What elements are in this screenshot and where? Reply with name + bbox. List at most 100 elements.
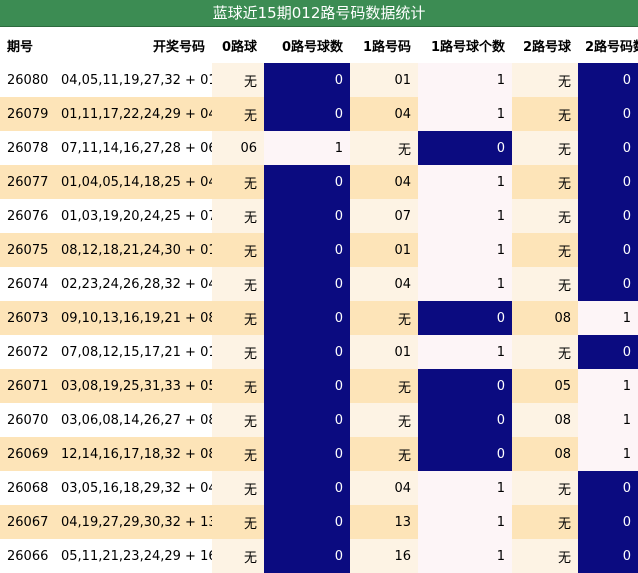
- route2-ball-cell: 08: [512, 301, 578, 335]
- route1-count-cell: 1: [418, 233, 512, 267]
- draw-cell: 02,23,24,26,28,32 + 04: [54, 267, 212, 301]
- route0-ball-cell: 无: [212, 369, 264, 403]
- route2-count-cell: 0: [578, 233, 638, 267]
- route2-ball-cell: 无: [512, 267, 578, 301]
- route2-ball-cell: 08: [512, 403, 578, 437]
- col-header-draw: 开奖号码: [54, 27, 212, 63]
- route2-ball-cell: 05: [512, 369, 578, 403]
- route2-ball-cell: 无: [512, 97, 578, 131]
- table-row: 26071 03,08,19,25,31,33 + 05 无 0 无 0 05 1: [0, 369, 638, 403]
- route0-count-cell: 0: [264, 369, 350, 403]
- route2-ball-cell: 无: [512, 165, 578, 199]
- route0-ball-cell: 无: [212, 539, 264, 573]
- route0-ball-cell: 无: [212, 335, 264, 369]
- route1-count-cell: 1: [418, 97, 512, 131]
- header-row: 期号 开奖号码 0路球 0路号球数 1路号码 1路号球个数 2路号球 2路号码数: [0, 27, 638, 63]
- route0-ball-cell: 无: [212, 199, 264, 233]
- issue-cell: 26067: [0, 505, 54, 539]
- route0-ball-cell: 无: [212, 505, 264, 539]
- route1-number-cell: 01: [350, 335, 418, 369]
- col-header-issue: 期号: [0, 27, 54, 63]
- draw-cell: 01,03,19,20,24,25 + 07: [54, 199, 212, 233]
- route1-number-cell: 04: [350, 471, 418, 505]
- route0-count-cell: 0: [264, 199, 350, 233]
- issue-cell: 26080: [0, 63, 54, 97]
- route1-number-cell: 无: [350, 437, 418, 471]
- col-header-route2-count: 2路号码数: [578, 27, 638, 63]
- col-header-route0-count: 0路号球数: [264, 27, 350, 63]
- table-row: 26066 05,11,21,23,24,29 + 16 无 0 16 1 无 0: [0, 539, 638, 573]
- route2-ball-cell: 无: [512, 335, 578, 369]
- route1-count-cell: 1: [418, 63, 512, 97]
- route1-count-cell: 1: [418, 199, 512, 233]
- route1-number-cell: 04: [350, 267, 418, 301]
- draw-cell: 07,11,14,16,27,28 + 06: [54, 131, 212, 165]
- route0-count-cell: 0: [264, 539, 350, 573]
- draw-cell: 03,05,16,18,29,32 + 04: [54, 471, 212, 505]
- route0-count-cell: 1: [264, 131, 350, 165]
- draw-cell: 01,04,05,14,18,25 + 04: [54, 165, 212, 199]
- route1-count-cell: 0: [418, 437, 512, 471]
- route0-count-cell: 0: [264, 97, 350, 131]
- issue-cell: 26074: [0, 267, 54, 301]
- route1-count-cell: 1: [418, 471, 512, 505]
- route2-ball-cell: 无: [512, 471, 578, 505]
- draw-cell: 04,19,27,29,30,32 + 13: [54, 505, 212, 539]
- route1-number-cell: 01: [350, 63, 418, 97]
- route1-number-cell: 13: [350, 505, 418, 539]
- col-header-route0-ball: 0路球: [212, 27, 264, 63]
- table-row: 26076 01,03,19,20,24,25 + 07 无 0 07 1 无 0: [0, 199, 638, 233]
- route0-count-cell: 0: [264, 301, 350, 335]
- route0-count-cell: 0: [264, 63, 350, 97]
- route2-ball-cell: 无: [512, 233, 578, 267]
- route2-ball-cell: 无: [512, 63, 578, 97]
- draw-cell: 12,14,16,17,18,32 + 08: [54, 437, 212, 471]
- col-header-route1-count: 1路号球个数: [418, 27, 512, 63]
- route1-count-cell: 0: [418, 301, 512, 335]
- route0-count-cell: 0: [264, 233, 350, 267]
- route0-count-cell: 0: [264, 267, 350, 301]
- draw-cell: 03,06,08,14,26,27 + 08: [54, 403, 212, 437]
- route0-ball-cell: 无: [212, 97, 264, 131]
- issue-cell: 26075: [0, 233, 54, 267]
- route2-count-cell: 0: [578, 471, 638, 505]
- route2-count-cell: 0: [578, 267, 638, 301]
- draw-cell: 08,12,18,21,24,30 + 01: [54, 233, 212, 267]
- route2-ball-cell: 无: [512, 199, 578, 233]
- route1-number-cell: 04: [350, 97, 418, 131]
- route2-count-cell: 0: [578, 335, 638, 369]
- table-title: 蓝球近15期012路号码数据统计: [0, 0, 638, 27]
- route0-ball-cell: 无: [212, 301, 264, 335]
- route0-count-cell: 0: [264, 437, 350, 471]
- route1-number-cell: 07: [350, 199, 418, 233]
- route1-count-cell: 0: [418, 369, 512, 403]
- route1-number-cell: 04: [350, 165, 418, 199]
- issue-cell: 26069: [0, 437, 54, 471]
- route1-count-cell: 1: [418, 267, 512, 301]
- route0-ball-cell: 无: [212, 233, 264, 267]
- route2-ball-cell: 无: [512, 539, 578, 573]
- route1-number-cell: 无: [350, 131, 418, 165]
- route0-ball-cell: 无: [212, 471, 264, 505]
- issue-cell: 26073: [0, 301, 54, 335]
- draw-cell: 03,08,19,25,31,33 + 05: [54, 369, 212, 403]
- route0-ball-cell: 无: [212, 437, 264, 471]
- table-row: 26074 02,23,24,26,28,32 + 04 无 0 04 1 无 0: [0, 267, 638, 301]
- draw-cell: 07,08,12,15,17,21 + 01: [54, 335, 212, 369]
- route0-ball-cell: 06: [212, 131, 264, 165]
- route0-count-cell: 0: [264, 403, 350, 437]
- route1-count-cell: 1: [418, 165, 512, 199]
- route0-ball-cell: 无: [212, 267, 264, 301]
- route1-number-cell: 16: [350, 539, 418, 573]
- issue-cell: 26076: [0, 199, 54, 233]
- issue-cell: 26079: [0, 97, 54, 131]
- table-row: 26078 07,11,14,16,27,28 + 06 06 1 无 0 无 0: [0, 131, 638, 165]
- draw-cell: 05,11,21,23,24,29 + 16: [54, 539, 212, 573]
- route2-count-cell: 1: [578, 437, 638, 471]
- route0-count-cell: 0: [264, 165, 350, 199]
- route0-ball-cell: 无: [212, 63, 264, 97]
- table-row: 26070 03,06,08,14,26,27 + 08 无 0 无 0 08 1: [0, 403, 638, 437]
- col-header-route2-ball: 2路号球: [512, 27, 578, 63]
- issue-cell: 26072: [0, 335, 54, 369]
- route1-count-cell: 0: [418, 131, 512, 165]
